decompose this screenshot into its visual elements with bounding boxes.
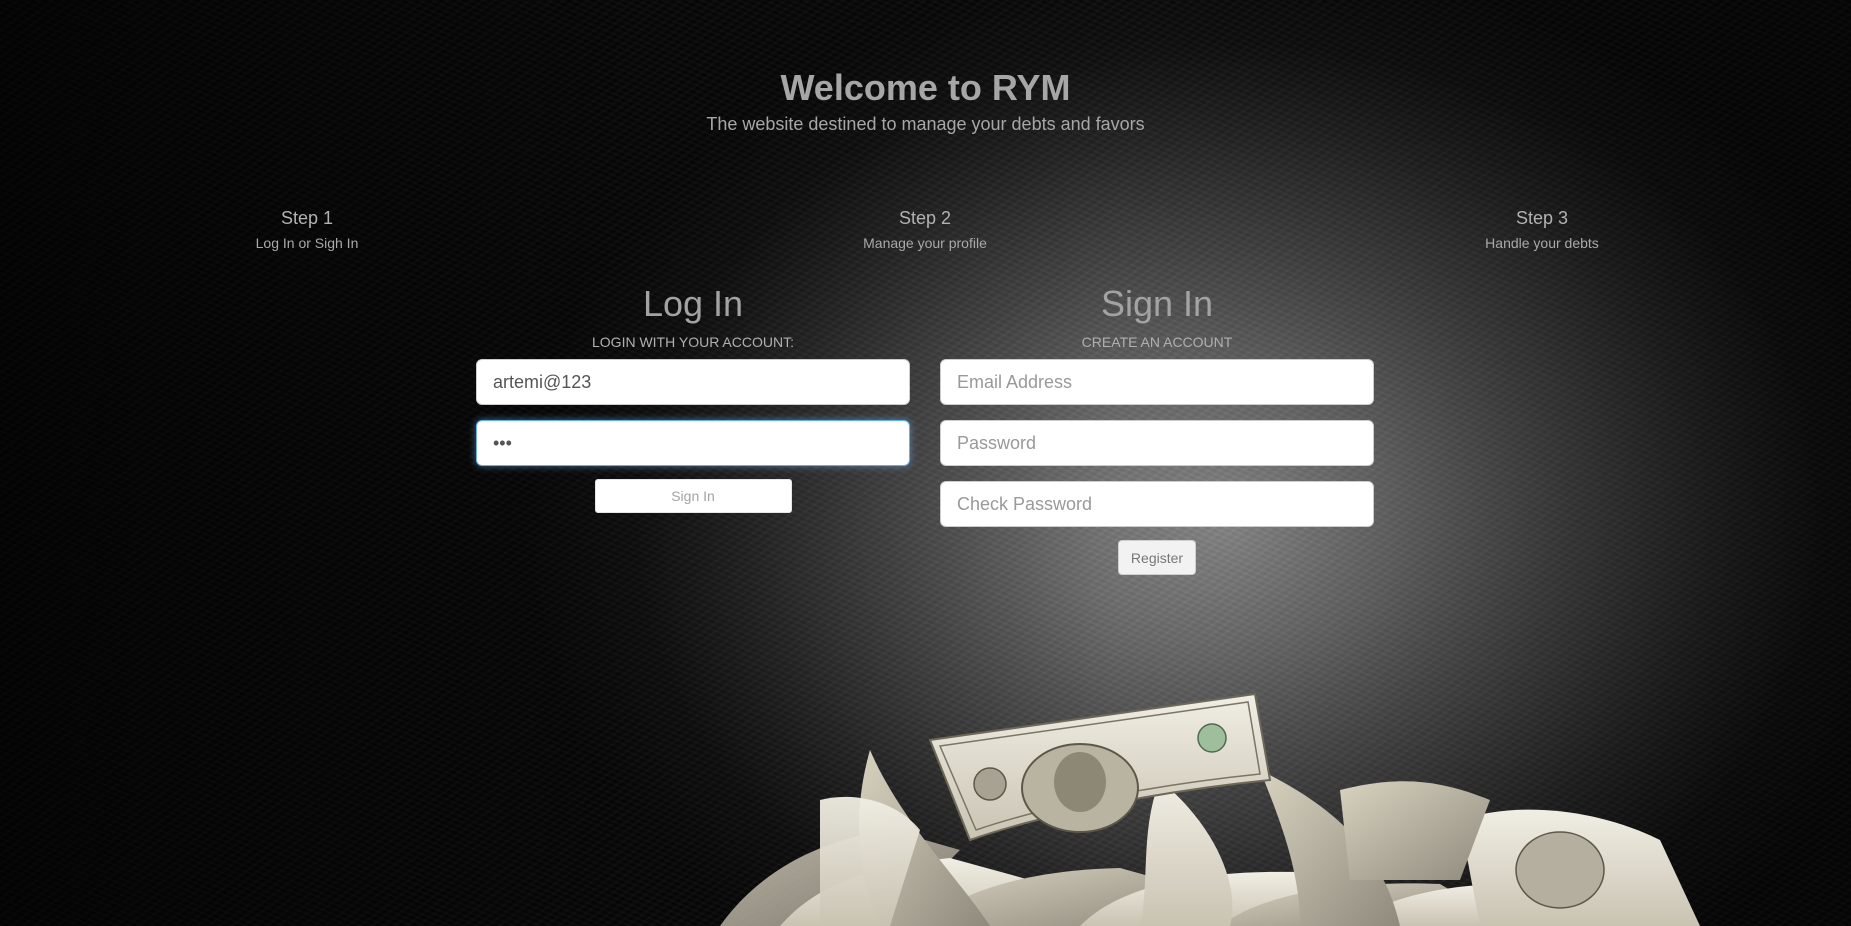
signup-form: Sign In CREATE AN ACCOUNT Register xyxy=(940,280,1374,575)
login-password-input[interactable] xyxy=(476,420,910,466)
login-subtitle: LOGIN WITH YOUR ACCOUNT: xyxy=(592,334,794,350)
step-description: Handle your debts xyxy=(1485,235,1599,251)
signup-heading: Sign In xyxy=(1100,283,1214,324)
step-title: Step 2 xyxy=(898,208,952,228)
page: Welcome to RYM The website destined to m… xyxy=(0,0,1851,926)
page-subtitle: The website destined to manage your debt… xyxy=(706,114,1145,134)
signup-check-password-input[interactable] xyxy=(940,481,1374,527)
step-1: Step 1 Log In or Sigh In xyxy=(157,207,457,251)
signup-email-input[interactable] xyxy=(940,359,1374,405)
step-title: Step 3 xyxy=(1515,208,1569,228)
step-description: Manage your profile xyxy=(863,235,987,251)
signup-password-input[interactable] xyxy=(940,420,1374,466)
login-username-input[interactable] xyxy=(476,359,910,405)
step-2: Step 2 Manage your profile xyxy=(775,207,1075,251)
signup-subtitle: CREATE AN ACCOUNT xyxy=(1081,334,1233,350)
money-pile-illustration xyxy=(720,692,1700,926)
register-button[interactable]: Register xyxy=(1118,540,1196,575)
step-3: Step 3 Handle your debts xyxy=(1392,207,1692,251)
login-heading: Log In xyxy=(642,283,744,324)
step-title: Step 1 xyxy=(280,208,334,228)
step-description: Log In or Sigh In xyxy=(255,235,359,251)
page-title: Welcome to RYM xyxy=(780,67,1071,108)
page-header: Welcome to RYM The website destined to m… xyxy=(0,64,1851,135)
login-submit-button[interactable]: Sign In xyxy=(594,479,792,513)
login-form: Log In LOGIN WITH YOUR ACCOUNT: Sign In xyxy=(476,280,910,513)
